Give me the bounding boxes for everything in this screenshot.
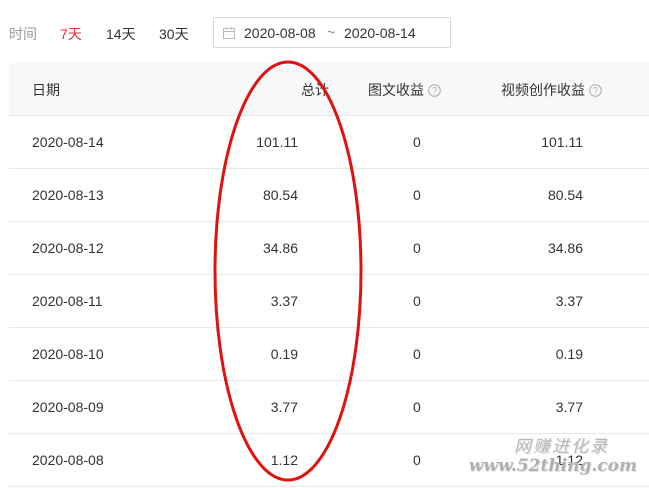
- income-table: 日期 总计 图文收益 ? 视频创作收益 ? 2020-08-14 101.11 …: [9, 63, 649, 487]
- cell-graphic-income: 0: [413, 240, 421, 256]
- svg-text:?: ?: [432, 86, 437, 96]
- cell-graphic-income: 0: [413, 346, 421, 362]
- table-row: 2020-08-11 3.37 0 3.37: [9, 275, 649, 328]
- header-graphic-income-label: 图文收益: [368, 82, 424, 98]
- header-total: 总计: [301, 82, 329, 98]
- cell-total: 0.19: [270, 346, 298, 362]
- range-7-days-button[interactable]: 7天: [60, 24, 82, 44]
- header-video-income-label: 视频创作收益: [501, 82, 585, 98]
- cell-graphic-income: 0: [413, 134, 421, 150]
- cell-date: 2020-08-12: [32, 240, 104, 256]
- table-row: 2020-08-09 3.77 0 3.77: [9, 381, 649, 434]
- cell-date: 2020-08-09: [32, 399, 104, 415]
- date-range-picker[interactable]: 2020-08-08 ~ 2020-08-14: [213, 17, 451, 48]
- table-row: 2020-08-12 34.86 0 34.86: [9, 222, 649, 275]
- cell-graphic-income: 0: [413, 452, 421, 468]
- date-range-start: 2020-08-08: [244, 25, 316, 41]
- range-14-days-button[interactable]: 14天: [106, 24, 136, 44]
- cell-total: 1.12: [270, 452, 298, 468]
- cell-date: 2020-08-13: [32, 187, 104, 203]
- cell-total: 80.54: [262, 187, 298, 203]
- cell-video-income: 0.19: [555, 346, 583, 362]
- header-video-income: 视频创作收益 ?: [501, 80, 602, 100]
- question-icon[interactable]: ?: [589, 84, 602, 97]
- filter-bar: 时间 7天 14天 30天 2020-08-08 ~ 2020-08-14: [0, 0, 649, 64]
- time-label: 时间: [9, 26, 37, 42]
- cell-total: 3.77: [270, 399, 298, 415]
- range-30-days-button[interactable]: 30天: [159, 24, 189, 44]
- cell-video-income: 80.54: [547, 187, 583, 203]
- table-header: 日期 总计 图文收益 ? 视频创作收益 ?: [9, 63, 649, 116]
- cell-graphic-income: 0: [413, 187, 421, 203]
- table-row: 2020-08-13 80.54 0 80.54: [9, 169, 649, 222]
- cell-graphic-income: 0: [413, 293, 421, 309]
- question-icon[interactable]: ?: [428, 84, 441, 97]
- cell-video-income: 1.12: [555, 452, 583, 468]
- date-range-end: 2020-08-14: [344, 25, 416, 41]
- cell-video-income: 101.11: [541, 134, 583, 150]
- cell-video-income: 3.37: [555, 293, 583, 309]
- table-row: 2020-08-14 101.11 0 101.11: [9, 116, 649, 169]
- cell-total: 101.11: [256, 134, 298, 150]
- header-date: 日期: [32, 82, 60, 98]
- table-row: 2020-08-10 0.19 0 0.19: [9, 328, 649, 381]
- cell-total: 3.37: [270, 293, 298, 309]
- cell-video-income: 34.86: [547, 240, 583, 256]
- cell-video-income: 3.77: [555, 399, 583, 415]
- cell-graphic-income: 0: [413, 399, 421, 415]
- header-graphic-income: 图文收益 ?: [368, 80, 441, 100]
- cell-total: 34.86: [262, 240, 298, 256]
- calendar-icon: [223, 27, 235, 39]
- cell-date: 2020-08-10: [32, 346, 104, 362]
- cell-date: 2020-08-11: [32, 293, 103, 309]
- svg-text:?: ?: [593, 86, 598, 96]
- date-range-separator: ~: [327, 24, 336, 40]
- table-row: 2020-08-08 1.12 0 1.12: [9, 434, 649, 487]
- cell-date: 2020-08-08: [32, 452, 104, 468]
- cell-date: 2020-08-14: [32, 134, 104, 150]
